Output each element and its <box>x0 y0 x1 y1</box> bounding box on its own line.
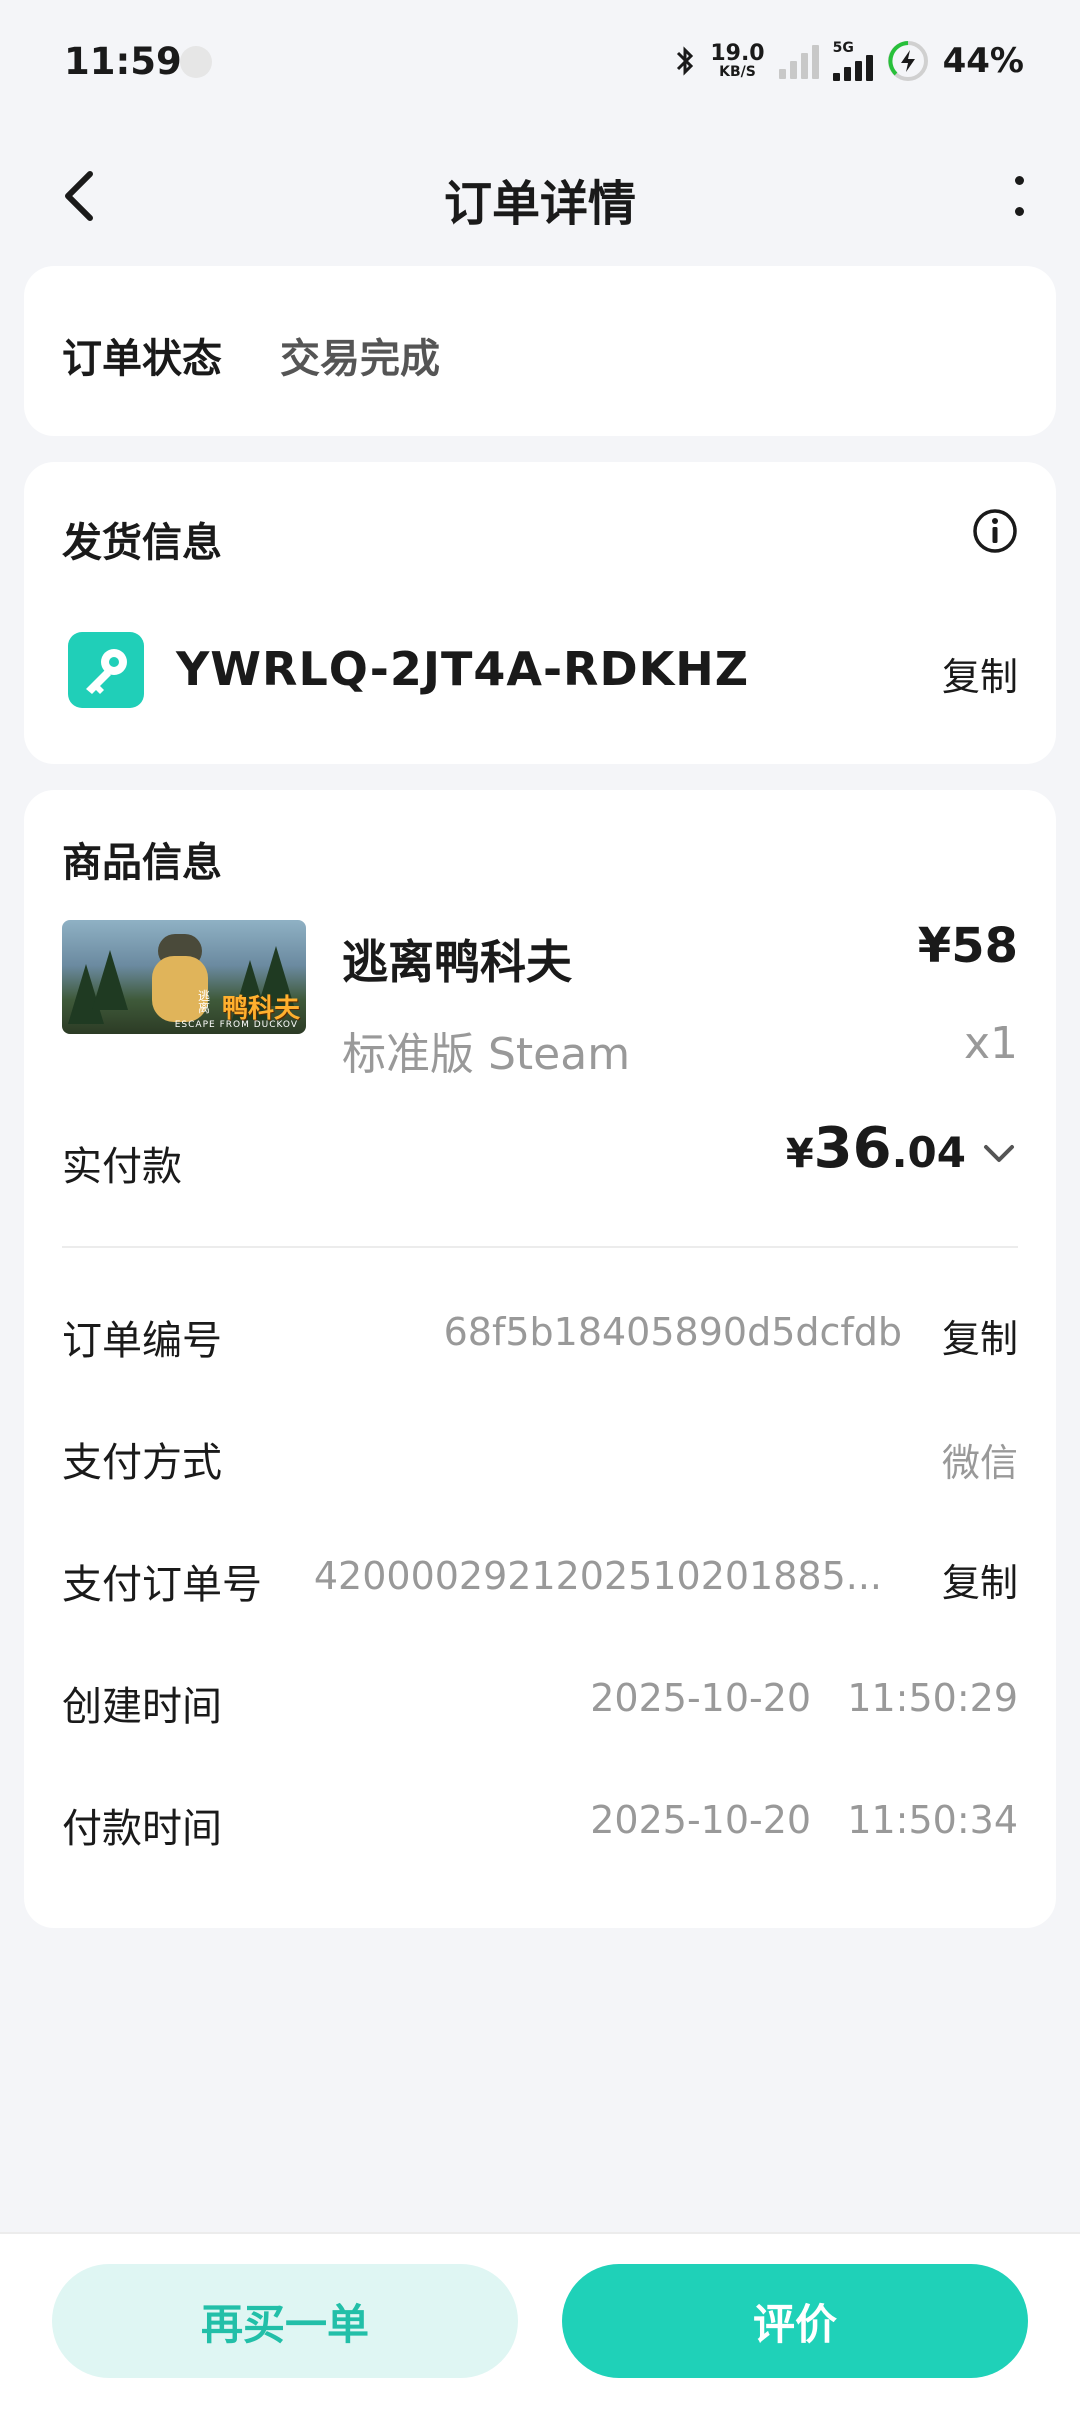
review-button[interactable]: 评价 <box>562 2264 1028 2378</box>
signal-sim2-icon <box>832 55 873 81</box>
divider <box>62 1246 1018 1248</box>
chevron-down-icon[interactable] <box>982 1142 1016 1166</box>
payment-order-label: 支付订单号 <box>62 1562 262 1608</box>
tree-shape <box>92 950 128 1010</box>
game-price: ¥58 <box>917 918 1018 974</box>
copy-code-button[interactable]: 复制 <box>942 646 1018 701</box>
payment-method-label: 支付方式 <box>62 1440 222 1486</box>
net-speed-unit: KB/S <box>719 64 756 80</box>
order-number-label: 订单编号 <box>62 1318 222 1364</box>
battery-percent: 44% <box>942 41 1024 81</box>
net-speed-value: 19.0 <box>710 41 765 66</box>
order-status-value: 交易完成 <box>280 336 440 382</box>
paid-time-label: 付款时间 <box>62 1806 222 1852</box>
order-status-card: 订单状态 交易完成 <box>24 266 1056 436</box>
copy-order-number-button[interactable]: 复制 <box>942 1308 1018 1363</box>
network-type: 5G <box>832 40 854 56</box>
payment-order-value: 42000029212025102018​85... <box>313 1554 882 1598</box>
shipping-card: 发货信息 YWRLQ-2JT4A-RDKHZ 复制 <box>24 462 1056 764</box>
thumbnail-logo-small: 逃离 <box>198 989 211 1015</box>
bottom-action-bar: 再买一单 评价 <box>0 2232 1080 2414</box>
game-thumbnail[interactable]: 逃离 鸭科夫 ESCAPE FROM DUCKOV <box>62 920 306 1034</box>
signal-sim2: 5G <box>832 40 873 81</box>
bluetooth-icon <box>677 46 694 76</box>
status-time: 11:59 <box>64 40 182 83</box>
page-title: 订单详情 <box>443 176 636 232</box>
game-edition: 标准版 Steam <box>342 1029 631 1080</box>
game-quantity: x1 <box>963 1018 1018 1069</box>
activation-code: YWRLQ-2JT4A-RDKHZ <box>176 642 750 696</box>
signal-sim1-icon <box>778 43 819 79</box>
goods-card: 商品信息 逃离 鸭科夫 ESCAPE FROM DUCKOV 逃离鸭科夫 ¥58… <box>24 790 1056 1928</box>
paid-time-value: 2025-10-20 11:50:34 <box>590 1798 1018 1842</box>
goods-title: 商品信息 <box>62 840 222 886</box>
status-indicators: 19.0 KB/S 5G 44% <box>674 36 1024 86</box>
copy-payment-order-button[interactable]: 复制 <box>942 1552 1018 1607</box>
payment-method-value: 微信 <box>941 1441 1018 1485</box>
rebuy-button[interactable]: 再买一单 <box>52 2264 518 2378</box>
shipping-title: 发货信息 <box>62 520 222 566</box>
more-options-icon[interactable] <box>1004 170 1034 222</box>
hotspot-icon <box>180 46 212 78</box>
created-time-value: 2025-10-20 11:50:29 <box>590 1676 1018 1720</box>
info-icon[interactable] <box>972 508 1018 554</box>
thumbnail-tagline: ESCAPE FROM DUCKOV <box>174 1020 298 1030</box>
game-name[interactable]: 逃离鸭科夫 <box>342 926 572 992</box>
net-speed: 19.0 KB/S <box>710 41 765 80</box>
created-time-label: 创建时间 <box>62 1684 222 1730</box>
order-number-value: 68f5b18405890d5dcfdb <box>443 1310 902 1354</box>
paid-currency: ¥ <box>785 1131 814 1177</box>
battery-charging-icon <box>887 41 928 81</box>
key-icon <box>68 632 144 708</box>
paid-amount[interactable]: ¥ 36 .04 <box>786 1116 966 1181</box>
status-bar: 11:59 19.0 KB/S 5G 44% <box>0 0 1080 130</box>
paid-label: 实付款 <box>62 1144 182 1190</box>
header: 订单详情 <box>0 140 1080 250</box>
paid-decimal: .04 <box>891 1128 966 1177</box>
paid-integer: 36 <box>813 1116 892 1181</box>
order-status-label: 订单状态 <box>62 336 222 382</box>
